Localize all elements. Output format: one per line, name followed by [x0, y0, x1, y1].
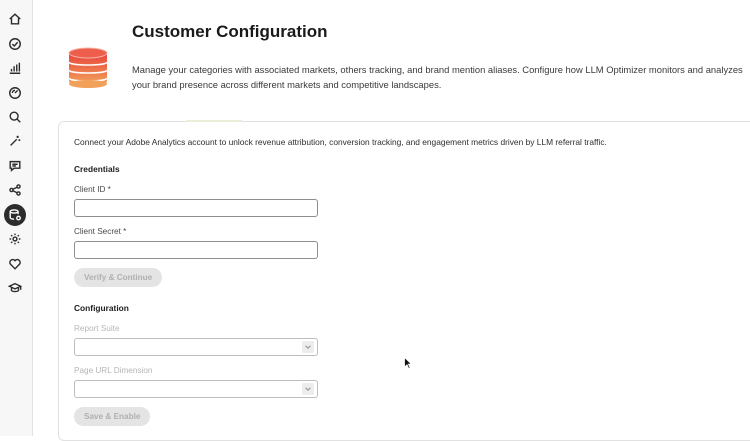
- client-secret-input[interactable]: [74, 241, 318, 259]
- share-icon[interactable]: [4, 179, 26, 201]
- database-logo: [68, 47, 108, 88]
- client-id-input[interactable]: [74, 199, 318, 217]
- home-icon[interactable]: [4, 8, 26, 30]
- page-description: Manage your categories with associated m…: [132, 64, 743, 90]
- page-url-dimension-select[interactable]: [74, 380, 318, 398]
- database-settings-icon[interactable]: [4, 204, 26, 226]
- report-suite-label: Report Suite: [74, 324, 120, 333]
- save-enable-button[interactable]: Save & Enable: [74, 407, 151, 426]
- configuration-heading: Configuration: [74, 303, 129, 313]
- check-circle-icon[interactable]: [4, 33, 26, 55]
- left-nav-rail: [0, 0, 33, 436]
- heart-icon[interactable]: [4, 253, 26, 275]
- verify-continue-button[interactable]: Verify & Continue: [74, 268, 163, 287]
- card-accent-bar: [186, 120, 242, 122]
- search-icon[interactable]: [4, 106, 26, 128]
- page-url-dimension-label: Page URL Dimension: [74, 366, 153, 375]
- mouse-cursor-icon: [404, 357, 412, 369]
- client-id-label: Client ID *: [74, 185, 111, 194]
- report-suite-select[interactable]: [74, 338, 318, 356]
- credentials-heading: Credentials: [74, 164, 120, 174]
- magic-wand-icon[interactable]: [4, 130, 26, 152]
- gear-icon[interactable]: [4, 228, 26, 250]
- page-title: Customer Configuration: [132, 22, 328, 41]
- bar-chart-icon[interactable]: [4, 57, 26, 79]
- gauge-icon[interactable]: [4, 82, 26, 104]
- chevron-down-icon: [302, 341, 314, 353]
- learn-icon[interactable]: [4, 277, 26, 299]
- card-intro-text: Connect your Adobe Analytics account to …: [74, 137, 607, 147]
- comment-icon[interactable]: [4, 155, 26, 177]
- client-secret-label: Client Secret *: [74, 227, 127, 236]
- chevron-down-icon: [302, 383, 314, 395]
